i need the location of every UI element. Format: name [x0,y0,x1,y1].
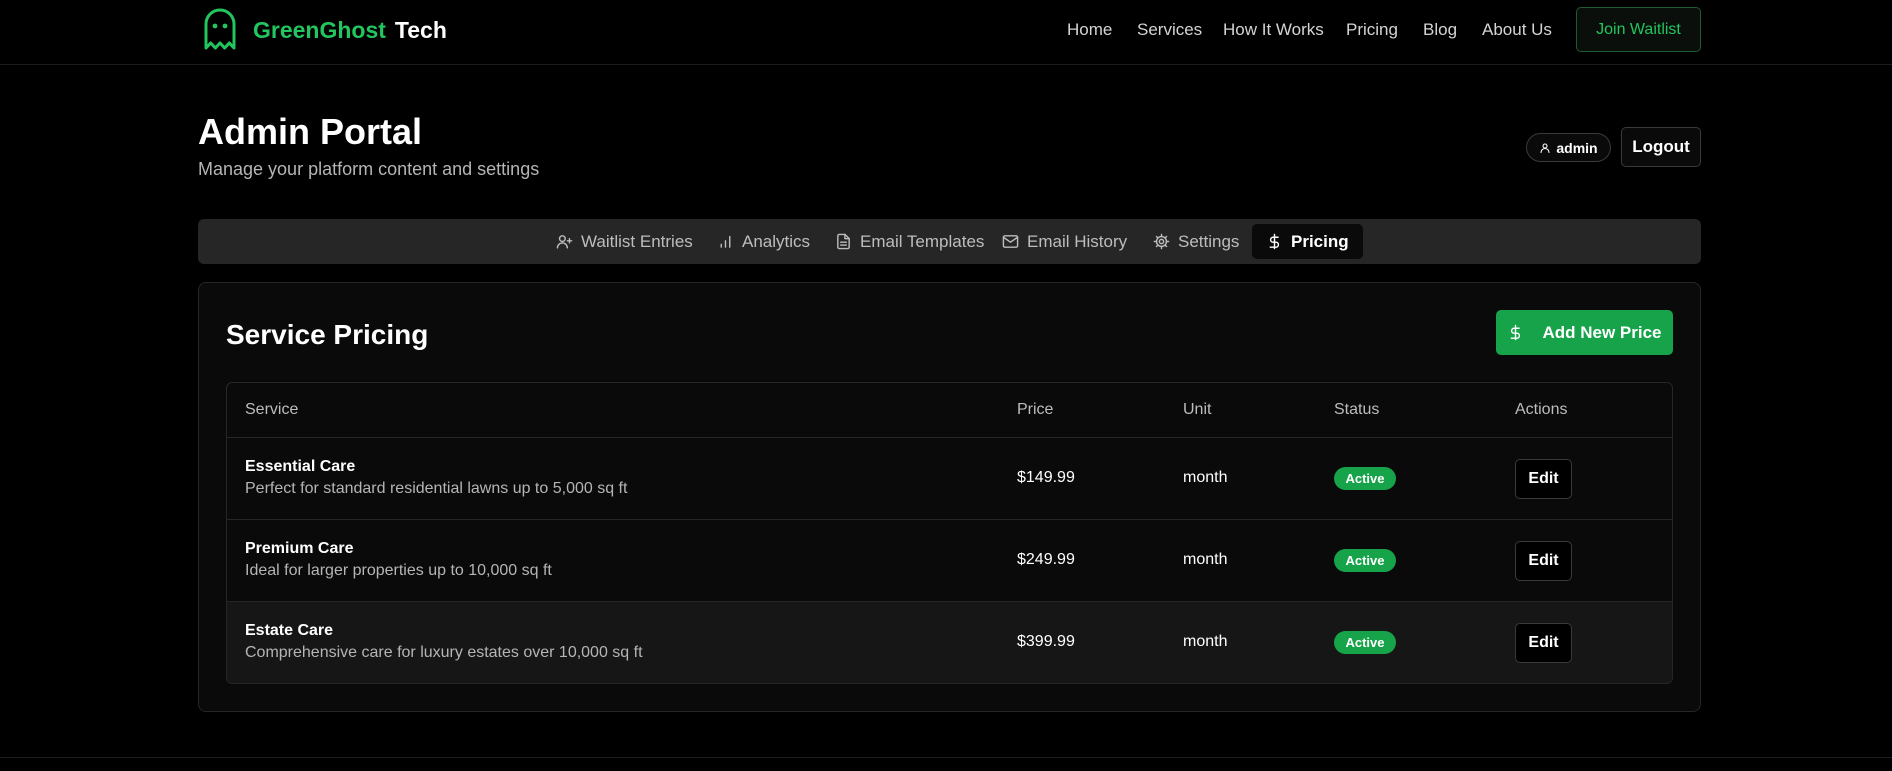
table-row: Estate Care Comprehensive care for luxur… [227,602,1672,683]
nav-how-it-works[interactable]: How It Works [1223,20,1324,40]
column-price: Price [1017,401,1054,418]
column-status: Status [1334,401,1380,418]
page-title: Admin Portal [198,111,423,152]
tab-settings[interactable]: Settings [1146,224,1246,259]
join-waitlist-button[interactable]: Join Waitlist [1576,7,1701,52]
column-unit: Unit [1183,401,1212,418]
service-price: $149.99 [1017,469,1075,486]
user-icon [1540,142,1550,153]
tab-label: Settings [1178,231,1240,251]
nav-services[interactable]: Services [1137,20,1202,40]
nav-blog[interactable]: Blog [1423,20,1457,40]
add-new-price-button[interactable]: Add New Price [1496,310,1673,355]
table-row: Premium Care Ideal for larger properties… [227,520,1672,602]
user-name: admin [1556,139,1598,156]
status-badge: Active [1334,549,1396,572]
status-badge: Active [1334,631,1396,654]
tab-label: Analytics [742,231,811,251]
tab-label: Email Templates [860,231,985,251]
column-service: Service [245,401,299,418]
tab-analytics[interactable]: Analytics [710,224,817,259]
tab-label: Email History [1027,231,1128,251]
brand-name-white: Tech [394,16,447,43]
file-text-icon [837,233,850,250]
dollar-icon [1511,324,1521,341]
logout-button[interactable]: Logout [1621,127,1701,167]
service-name: Estate Care [245,622,334,639]
card-title: Service Pricing [226,319,429,350]
column-actions: Actions [1515,401,1568,418]
mail-icon [1002,235,1019,248]
user-badge: admin [1526,133,1611,162]
service-description: Ideal for larger properties up to 10,000… [245,562,552,579]
gear-icon [1153,233,1170,250]
brand-logo[interactable]: GreenGhost Tech [202,8,447,52]
tab-waitlist-entries[interactable]: Waitlist Entries [549,224,700,259]
service-description: Comprehensive care for luxury estates ov… [245,644,643,661]
top-navigation: GreenGhost Tech Home Services How It Wor… [0,0,1892,65]
edit-button[interactable]: Edit [1515,541,1572,581]
nav-about-us[interactable]: About Us [1482,20,1552,40]
page-subtitle: Manage your platform content and setting… [198,159,540,179]
service-description: Perfect for standard residential lawns u… [245,480,628,497]
edit-button[interactable]: Edit [1515,623,1572,663]
table-header: Service Price Unit Status Actions [227,383,1672,438]
service-unit: month [1183,469,1228,486]
edit-button[interactable]: Edit [1515,459,1572,499]
user-plus-icon [556,235,573,249]
tab-email-templates[interactable]: Email Templates [828,224,991,259]
pricing-table: Service Price Unit Status Actions Essent… [226,382,1673,684]
tab-pricing[interactable]: Pricing [1252,224,1363,259]
nav-home[interactable]: Home [1067,20,1112,40]
status-badge: Active [1334,467,1396,490]
footer-divider [0,757,1892,758]
service-unit: month [1183,551,1228,568]
service-name: Essential Care [245,458,356,475]
admin-tab-bar: Waitlist Entries Analytics Email Templat… [198,219,1701,264]
nav-pricing[interactable]: Pricing [1346,20,1398,40]
service-pricing-card: Service Pricing Add New Price Service Pr… [198,282,1701,712]
ghost-icon [204,8,236,50]
tab-label: Waitlist Entries [581,231,693,251]
table-row: Essential Care Perfect for standard resi… [227,438,1672,520]
dollar-icon [1269,233,1280,250]
tab-email-history[interactable]: Email History [995,224,1134,259]
brand-name-green: GreenGhost [253,16,386,43]
bar-chart-icon [720,235,731,248]
add-new-price-label: Add New Price [1542,322,1662,342]
service-price: $399.99 [1017,633,1075,650]
service-unit: month [1183,633,1228,650]
tab-label: Pricing [1291,231,1349,251]
service-name: Premium Care [245,540,354,557]
service-price: $249.99 [1017,551,1075,568]
